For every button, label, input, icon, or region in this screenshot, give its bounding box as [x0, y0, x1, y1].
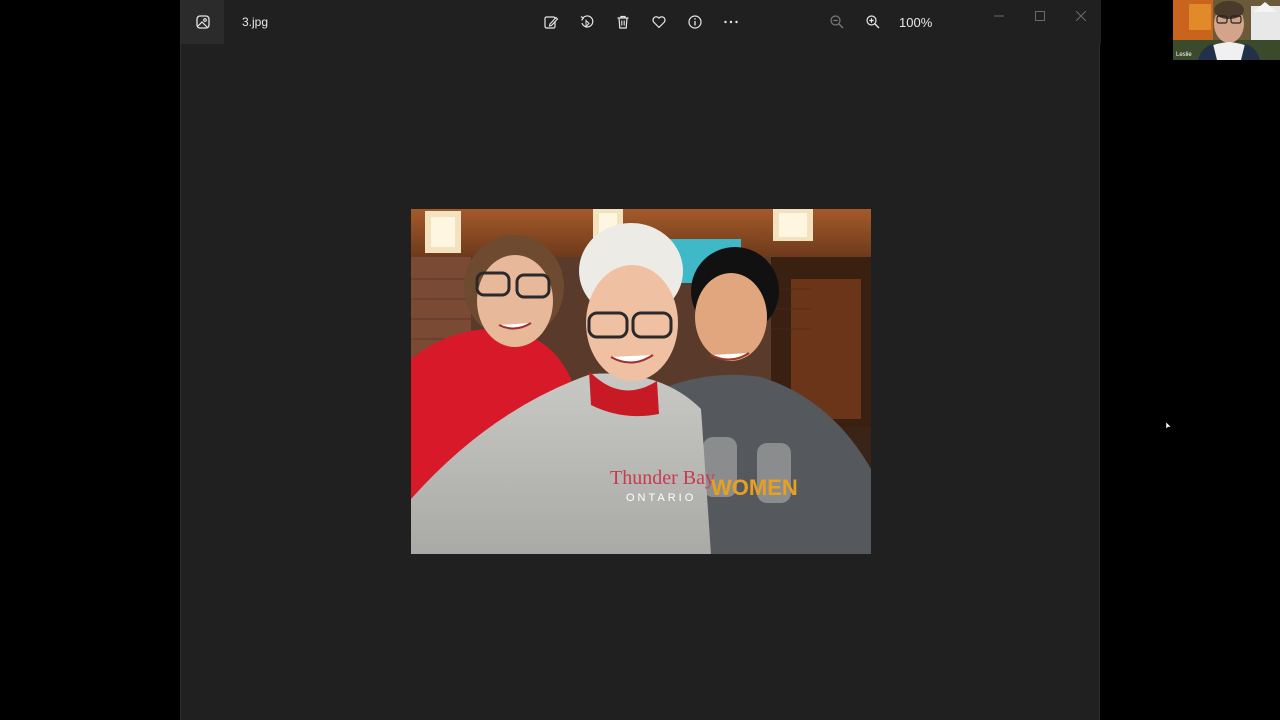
heart-icon	[652, 16, 666, 29]
toolbar	[533, 8, 749, 36]
participant-name: Leslie	[1176, 52, 1192, 58]
zoom-out-button[interactable]	[819, 8, 855, 36]
displayed-photo[interactable]: Thunder Bay ONTARIO WOMEN	[411, 209, 871, 554]
sweatshirt-text: Thunder Bay	[610, 467, 715, 489]
info-icon	[688, 15, 702, 29]
delete-icon	[617, 15, 629, 29]
minimize-icon	[993, 15, 1004, 17]
close-button[interactable]	[1060, 0, 1101, 32]
photos-app-window: 3.jpg 100% Thunder Bay ONTARIO WOMEN	[180, 0, 1172, 720]
zoom-out-icon	[830, 15, 844, 29]
favorite-button[interactable]	[641, 8, 677, 36]
delete-button[interactable]	[605, 8, 641, 36]
maximize-button[interactable]	[1019, 0, 1060, 32]
sweatshirt-subtext: ONTARIO	[626, 492, 696, 504]
rotate-button[interactable]	[569, 8, 605, 36]
minimize-button[interactable]	[978, 0, 1019, 32]
zoom-in-icon	[866, 15, 880, 29]
rotate-icon	[580, 15, 594, 28]
more-icon	[724, 20, 738, 24]
tshirt-text: WOMEN	[711, 475, 798, 500]
zoom-in-button[interactable]	[855, 8, 891, 36]
photos-app-icon[interactable]	[181, 0, 224, 44]
maximize-icon	[1034, 11, 1045, 21]
window-controls	[978, 0, 1101, 32]
info-button[interactable]	[677, 8, 713, 36]
zoom-level[interactable]: 100%	[899, 15, 939, 30]
screen: 3.jpg 100% Thunder Bay ONTARIO WOMEN Les…	[0, 0, 1280, 720]
edit-button[interactable]	[533, 8, 569, 36]
more-button[interactable]	[713, 8, 749, 36]
title-bar: 3.jpg 100%	[181, 0, 1101, 44]
edit-icon	[544, 16, 559, 29]
zoom-controls: 100%	[819, 8, 939, 36]
file-name: 3.jpg	[242, 15, 269, 29]
video-call-thumbnail[interactable]: Leslie	[1173, 0, 1280, 60]
mouse-cursor-icon	[1165, 417, 1172, 435]
close-icon	[1075, 11, 1086, 21]
